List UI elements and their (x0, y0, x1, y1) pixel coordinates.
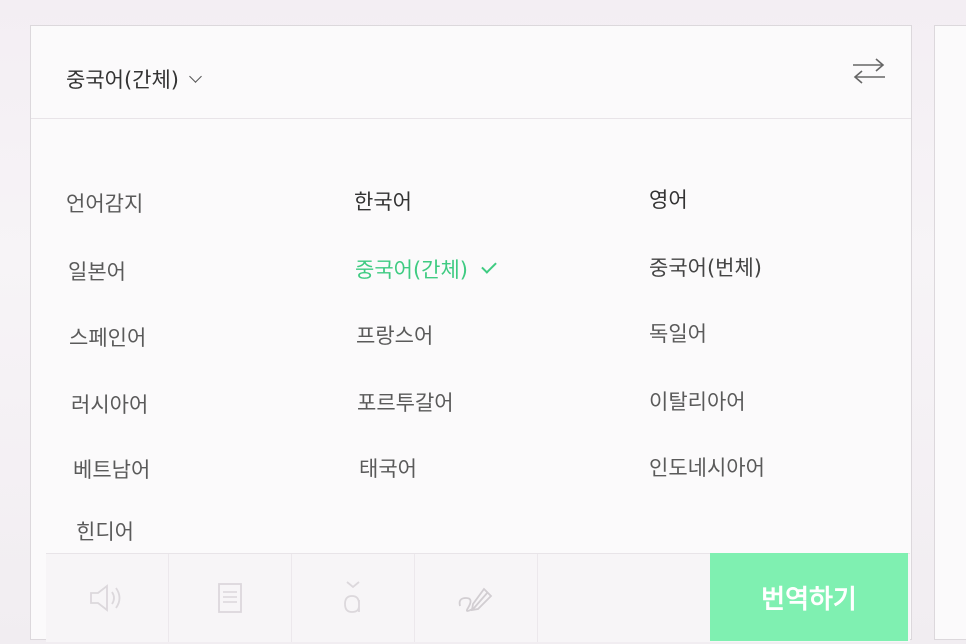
handwriting-button[interactable] (415, 554, 538, 642)
lang-item-japanese[interactable]: 일본어 (68, 256, 126, 286)
lang-item-chinese-simplified[interactable]: 중국어(간체) (355, 254, 497, 284)
lang-item-italian[interactable]: 이탈리아어 (649, 386, 746, 416)
lang-item-korean[interactable]: 한국어 (354, 186, 412, 216)
lang-item-auto-detect[interactable]: 언어감지 (66, 188, 143, 218)
lang-item-english[interactable]: 영어 (649, 184, 688, 214)
lang-item-spanish[interactable]: 스페인어 (69, 322, 146, 352)
chevron-down-icon (189, 69, 202, 83)
lang-label: 러시아어 (71, 393, 149, 417)
result-panel (934, 25, 966, 640)
lang-label: 스페인어 (69, 326, 147, 350)
lang-item-indonesian[interactable]: 인도네시아어 (649, 452, 765, 482)
lang-label: 베트남어 (73, 458, 151, 482)
dictionary-icon (218, 583, 242, 613)
lang-label: 언어감지 (66, 192, 144, 216)
source-language-dropdown[interactable]: 중국어(간체) (66, 64, 202, 94)
translate-button[interactable]: 번역하기 (710, 553, 908, 641)
lang-label: 이탈리아어 (649, 390, 746, 414)
lang-label: 독일어 (649, 322, 707, 346)
lang-item-hindi[interactable]: 힌디어 (76, 516, 134, 546)
pronunciation-icon (344, 581, 360, 613)
lang-label: 중국어(번체) (649, 256, 762, 280)
pronunciation-button[interactable] (292, 554, 415, 642)
lang-label: 일본어 (68, 260, 126, 284)
lang-label: 태국어 (359, 457, 417, 481)
handwriting-icon (458, 587, 493, 612)
lang-label: 중국어(간체) (355, 258, 468, 282)
lang-item-french[interactable]: 프랑스어 (356, 320, 433, 350)
source-language-label: 중국어(간체) (66, 68, 179, 92)
lang-label: 포르투갈어 (357, 391, 454, 415)
dictionary-button[interactable] (169, 554, 292, 642)
lang-item-portuguese[interactable]: 포르투갈어 (357, 387, 454, 417)
lang-item-vietnamese[interactable]: 베트남어 (73, 454, 150, 484)
lang-item-russian[interactable]: 러시아어 (71, 389, 148, 419)
lang-label: 한국어 (354, 190, 412, 214)
lang-label: 힌디어 (76, 520, 134, 544)
lang-item-german[interactable]: 독일어 (649, 318, 707, 348)
swap-languages-icon[interactable] (849, 56, 889, 86)
panel-header: 중국어(간체) (31, 26, 911, 119)
lang-label: 영어 (649, 188, 688, 212)
listen-button[interactable] (46, 554, 169, 642)
checkmark-icon (481, 258, 497, 274)
translator-panel: 중국어(간체) 언어감지 한국어 영어 일본어 중국어(간체) 중국어(번체) … (30, 25, 912, 642)
lang-item-thai[interactable]: 태국어 (359, 453, 417, 483)
lang-label: 프랑스어 (356, 324, 434, 348)
lang-label: 인도네시아어 (649, 456, 765, 480)
screen: 중국어(간체) 언어감지 한국어 영어 일본어 중국어(간체) 중국어(번체) … (0, 0, 966, 644)
speaker-icon (90, 584, 121, 612)
lang-item-chinese-traditional[interactable]: 중국어(번체) (649, 252, 762, 282)
